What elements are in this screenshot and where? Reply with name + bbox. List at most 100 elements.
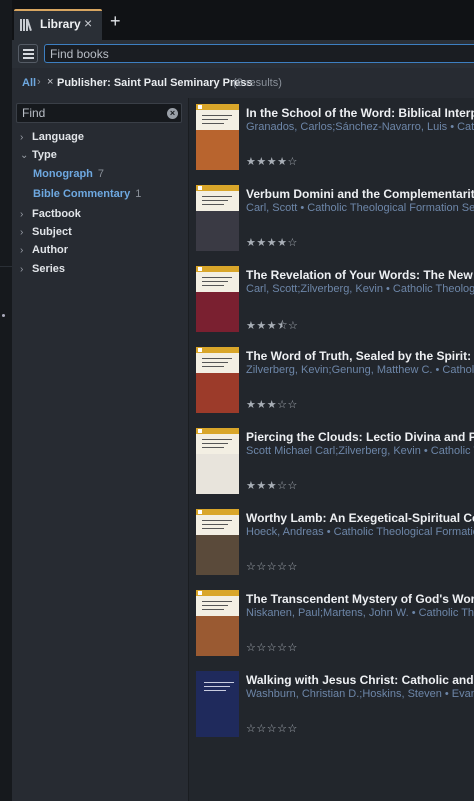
cover-title-area bbox=[196, 191, 239, 211]
facet-label: Language bbox=[32, 131, 84, 143]
book-meta: Niskanen, Paul;Martens, John W. • Cathol… bbox=[246, 607, 474, 619]
rating-stars[interactable]: ☆☆☆☆☆ bbox=[246, 722, 298, 735]
edge-divider bbox=[0, 266, 12, 267]
book-meta: Carl, Scott • Catholic Theological Forma… bbox=[246, 202, 474, 214]
book-cover[interactable] bbox=[196, 509, 239, 575]
cover-title-area bbox=[196, 353, 239, 373]
book-row[interactable]: Worthy Lamb: An Exegetical-Spiritual Com… bbox=[189, 503, 474, 584]
chevron-right-icon: › bbox=[20, 245, 24, 256]
rating-stars[interactable]: ★★★★☆ bbox=[246, 155, 298, 168]
close-icon[interactable]: × bbox=[84, 15, 92, 31]
cover-title-area bbox=[196, 434, 239, 454]
chevron-right-icon: › bbox=[20, 132, 24, 143]
facet-label: Series bbox=[32, 263, 66, 275]
facet-value-bible-commentary[interactable]: Bible Commentary 1 bbox=[33, 188, 141, 200]
tab-bar: Library × + bbox=[12, 0, 474, 40]
tab-title: Library bbox=[40, 17, 81, 31]
remove-filter-icon[interactable]: × bbox=[47, 76, 53, 88]
book-title[interactable]: Verbum Domini and the Complementarity of… bbox=[246, 187, 474, 201]
cover-artwork bbox=[196, 373, 239, 413]
menu-icon-bar bbox=[23, 57, 34, 59]
menu-icon-bar bbox=[23, 53, 34, 55]
facet-language[interactable]: › Language bbox=[20, 131, 84, 143]
cover-title-area bbox=[196, 110, 239, 130]
book-title[interactable]: Piercing the Clouds: Lectio Divina and P… bbox=[246, 430, 474, 444]
book-title[interactable]: In the School of the Word: Biblical Inte… bbox=[246, 106, 474, 120]
rating-stars[interactable]: ★★★☆☆ bbox=[246, 479, 298, 492]
book-cover[interactable] bbox=[196, 428, 239, 494]
book-title[interactable]: Walking with Jesus Christ: Catholic and … bbox=[246, 673, 474, 687]
book-cover[interactable] bbox=[196, 104, 239, 170]
publisher-mark-icon bbox=[198, 510, 202, 514]
cover-title-area bbox=[196, 272, 239, 292]
results-count: (8 results) bbox=[233, 77, 282, 89]
facet-label: Author bbox=[32, 244, 69, 256]
window-edge bbox=[0, 0, 12, 801]
publisher-mark-icon bbox=[198, 186, 202, 190]
chevron-right-icon: › bbox=[20, 264, 24, 275]
cover-artwork bbox=[196, 454, 239, 494]
cover-artwork bbox=[196, 130, 239, 170]
breadcrumb-separator: › bbox=[37, 76, 41, 88]
publisher-mark-icon bbox=[198, 267, 202, 271]
book-meta: Scott Michael Carl;Zilverberg, Kevin • C… bbox=[246, 445, 474, 457]
facet-sidebar: × › Language ⌄Type Monograph 7 Bible Comme… bbox=[12, 98, 189, 801]
breadcrumb-all-link[interactable]: All bbox=[22, 77, 36, 89]
menu-icon-bar bbox=[23, 49, 34, 51]
rating-stars[interactable]: ☆☆☆☆☆ bbox=[246, 641, 298, 654]
book-title[interactable]: The Word of Truth, Sealed by the Spirit:… bbox=[246, 349, 474, 363]
facet-author[interactable]: › Author bbox=[20, 244, 68, 256]
book-row[interactable]: The Transcendent Mystery of God's Word: … bbox=[189, 584, 474, 665]
book-row[interactable]: The Revelation of Your Words: The New Ev… bbox=[189, 260, 474, 341]
book-cover[interactable] bbox=[196, 347, 239, 413]
facet-label: Type bbox=[32, 149, 57, 161]
book-meta: Zilverberg, Kevin;Genung, Matthew C. • C… bbox=[246, 364, 474, 376]
breadcrumb: All › × Publisher: Saint Paul Seminary P… bbox=[12, 68, 474, 98]
cover-artwork bbox=[196, 616, 239, 656]
breadcrumb-filter: Publisher: Saint Paul Seminary Press bbox=[57, 77, 253, 89]
find-books-input[interactable] bbox=[44, 44, 474, 63]
book-cover[interactable] bbox=[196, 671, 239, 737]
facet-value-label: Monograph bbox=[33, 168, 93, 180]
rating-stars[interactable]: ☆☆☆☆☆ bbox=[246, 560, 298, 573]
new-tab-button[interactable]: + bbox=[110, 12, 121, 30]
book-title[interactable]: The Transcendent Mystery of God's Word: … bbox=[246, 592, 474, 606]
book-title[interactable]: The Revelation of Your Words: The New Ev… bbox=[246, 268, 474, 282]
book-cover[interactable] bbox=[196, 266, 239, 332]
book-meta: Granados, Carlos;Sánchez-Navarro, Luis •… bbox=[246, 121, 474, 133]
chevron-right-icon: › bbox=[20, 209, 24, 220]
book-title[interactable]: Worthy Lamb: An Exegetical-Spiritual Com… bbox=[246, 511, 474, 525]
facet-factbook[interactable]: › Factbook bbox=[20, 208, 81, 220]
facet-subject[interactable]: › Subject bbox=[20, 226, 72, 238]
facet-label: Subject bbox=[32, 226, 72, 238]
facet-type[interactable]: ⌄ Type bbox=[20, 149, 57, 161]
clear-icon[interactable]: × bbox=[167, 108, 178, 119]
book-row[interactable]: Walking with Jesus Christ: Catholic and … bbox=[189, 665, 474, 746]
book-row[interactable]: Piercing the Clouds: Lectio Divina and P… bbox=[189, 422, 474, 503]
facet-series[interactable]: › Series bbox=[20, 263, 65, 275]
tab-library[interactable]: Library × bbox=[14, 9, 102, 40]
book-cover[interactable] bbox=[196, 185, 239, 251]
book-row[interactable]: Verbum Domini and the Complementarity of… bbox=[189, 179, 474, 260]
book-meta: Carl, Scott;Zilverberg, Kevin • Catholic… bbox=[246, 283, 474, 295]
book-meta: Washburn, Christian D.;Hoskins, Steven •… bbox=[246, 688, 474, 700]
menu-button[interactable] bbox=[18, 44, 38, 63]
facet-label: Factbook bbox=[32, 208, 81, 220]
cover-artwork bbox=[196, 535, 239, 575]
rating-stars[interactable]: ★★★☆☆ bbox=[246, 398, 298, 411]
book-row[interactable]: In the School of the Word: Biblical Inte… bbox=[189, 98, 474, 179]
cover-title-area bbox=[196, 515, 239, 535]
book-cover[interactable] bbox=[196, 590, 239, 656]
publisher-mark-icon bbox=[198, 591, 202, 595]
rating-stars[interactable]: ★★★⯪☆ bbox=[246, 317, 298, 336]
book-results-list: In the School of the Word: Biblical Inte… bbox=[189, 98, 474, 801]
facet-value-monograph[interactable]: Monograph 7 bbox=[33, 168, 104, 180]
chevron-right-icon: › bbox=[20, 227, 24, 238]
facet-value-count: 7 bbox=[97, 168, 105, 180]
book-row[interactable]: The Word of Truth, Sealed by the Spirit:… bbox=[189, 341, 474, 422]
library-books-icon bbox=[20, 18, 34, 31]
edge-dot bbox=[2, 314, 5, 317]
cover-title-area bbox=[196, 677, 239, 697]
rating-stars[interactable]: ★★★★☆ bbox=[246, 236, 298, 249]
facet-find-input[interactable] bbox=[16, 103, 182, 123]
